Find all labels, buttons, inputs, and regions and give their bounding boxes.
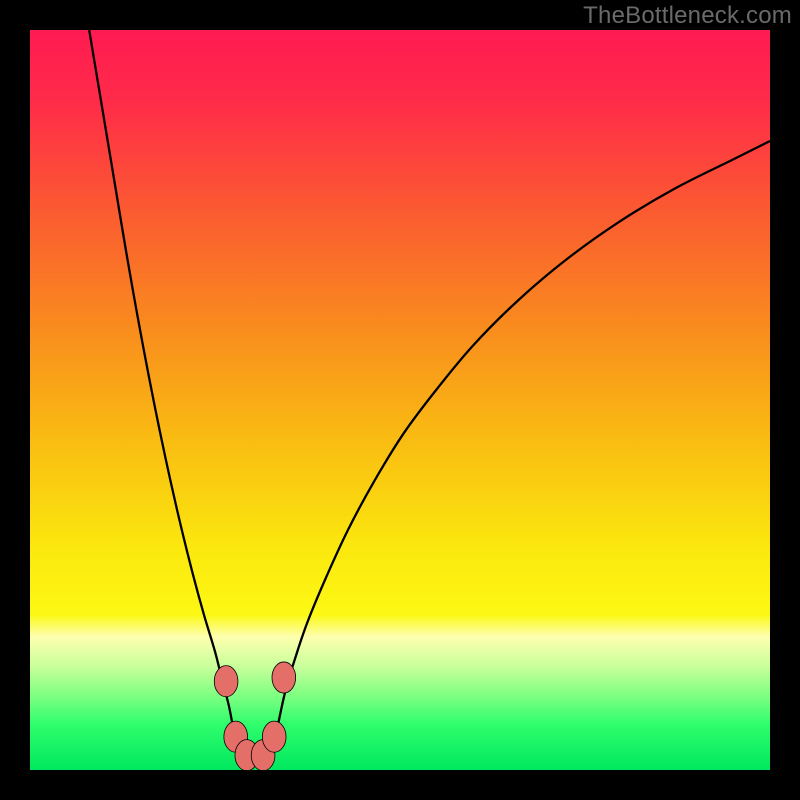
curve-layer	[30, 30, 770, 770]
valley-markers	[214, 662, 295, 770]
valley-marker	[214, 666, 238, 697]
plot-area	[30, 30, 770, 770]
watermark-text: TheBottleneck.com	[583, 2, 792, 30]
valley-marker	[262, 721, 286, 752]
valley-marker	[272, 662, 296, 693]
curve-right-branch	[276, 141, 770, 737]
curve-left-branch	[89, 30, 234, 737]
chart-frame: TheBottleneck.com	[0, 0, 800, 800]
